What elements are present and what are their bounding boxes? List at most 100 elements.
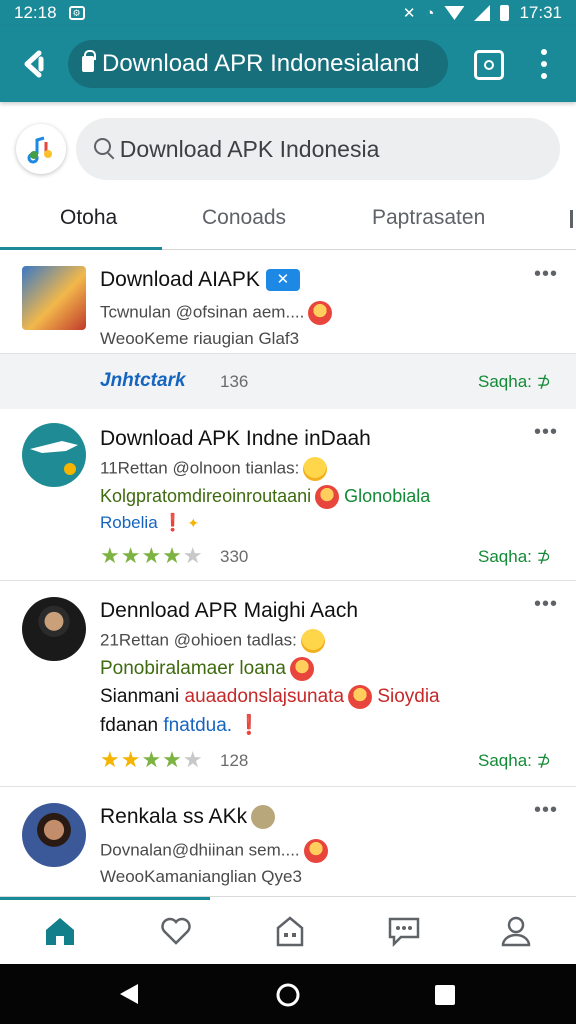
search-icon — [93, 138, 116, 160]
list-item[interactable]: Dennload APR Maighi Aach ••• 21Rettan @o… — [0, 581, 576, 787]
feed-list: Download AIAPK ✕ ••• Tcwnulan @ofsinan ae… — [0, 251, 576, 896]
item-description-b: Glonobiala — [344, 485, 431, 506]
item-title[interactable]: Download APK Indne inDaah — [100, 427, 371, 451]
active-nav-indicator — [0, 897, 210, 900]
apps-icon[interactable] — [270, 911, 310, 951]
tab-paptrasaten[interactable]: Paptrasaten — [372, 206, 485, 230]
rating-stars: ★★★★★ — [100, 747, 204, 772]
verified-badge-icon: ✕ — [265, 269, 300, 292]
list-item[interactable]: Renkala ss AKk ••• Dovnalan@dhiinan sem.… — [0, 787, 576, 896]
item-tagline-b: fnatdua. — [163, 715, 233, 736]
item-tagline-text: Robelia — [100, 513, 158, 532]
tab-otoha[interactable]: Otoha — [60, 206, 117, 230]
item-status: Saqha: ⊅ — [478, 547, 551, 566]
item-tagline-a: fdanan — [100, 715, 159, 736]
user-avatar[interactable] — [22, 803, 86, 867]
item-status: Saqha: ⊅ — [478, 751, 551, 770]
browser-toolbar: Download APR Indonesialand — [0, 26, 576, 102]
tab-switcher-icon[interactable] — [474, 50, 504, 80]
item-title[interactable]: Download AIAPK ✕ — [100, 268, 300, 292]
more-options-icon[interactable]: ••• — [534, 421, 558, 444]
heart-icon[interactable] — [156, 911, 196, 951]
battery-icon — [500, 5, 510, 21]
system-navigation-bar — [0, 964, 576, 1024]
item-title-text: Renkala ss AKk — [100, 805, 248, 828]
item-subtitle-text: Dovnalan@dhiinan sem.... — [100, 840, 300, 860]
system-back-icon[interactable] — [118, 982, 142, 1011]
list-item[interactable]: Download APK Indne inDaah ••• 11Rettan @… — [0, 409, 576, 581]
home-icon[interactable] — [40, 911, 80, 951]
signal-icon — [474, 5, 491, 21]
item-description: Kolgpratomdireoinroutaani Glonobiala — [100, 485, 430, 509]
app-avatar[interactable] — [22, 423, 86, 487]
notification-icon: ⚙ — [68, 6, 85, 20]
emoji-icon — [308, 301, 333, 325]
url-text: Download APR Indonesialand — [102, 50, 420, 77]
search-query: Download APK Indonesia — [119, 135, 380, 162]
item-description-a: Kolgpratomdireoinroutaani — [100, 485, 312, 506]
mute-icon: ✕ — [402, 5, 416, 22]
emoji-icon — [315, 485, 340, 509]
rating-count: 128 — [220, 751, 249, 770]
item-details-c: Sioydia — [377, 686, 440, 708]
search-row: Download APK Indonesia — [0, 102, 576, 196]
status-time-left: 12:18 — [14, 3, 57, 22]
item-details-b: auaadonslajsunata — [184, 686, 345, 708]
item-tagline: fdanan fnatdua. ❗ — [100, 713, 261, 737]
search-input[interactable]: Download APK Indonesia — [75, 118, 560, 180]
item-footer: Jnhtctark 136 Saqha: ⊅ — [0, 353, 576, 409]
active-tab-indicator — [0, 247, 162, 250]
emoji-icon — [348, 685, 373, 709]
back-icon[interactable] — [14, 44, 54, 84]
emoji-icon — [300, 629, 325, 653]
list-item[interactable]: Download AIAPK ✕ ••• Tcwnulan @ofsinan ae… — [0, 251, 576, 409]
item-description: WeooKamanianglian Qye3 — [100, 867, 302, 886]
item-description: Ponobiralamaer loana — [100, 657, 314, 681]
wifi-icon — [444, 6, 465, 20]
system-home-icon[interactable] — [275, 982, 301, 1013]
item-title[interactable]: Dennload APR Maighi Aach — [100, 599, 358, 623]
item-subtitle: 21Rettan @ohioen tadlas: — [100, 629, 325, 653]
alarm-icon: ◔ — [425, 4, 435, 22]
url-field[interactable]: Download APR Indonesialand — [68, 40, 448, 88]
rating-count: 330 — [220, 547, 249, 566]
bottom-navigation — [0, 896, 576, 964]
rating-stars: ★★★★★ — [100, 543, 204, 568]
app-thumbnail[interactable] — [22, 266, 86, 330]
more-options-icon[interactable]: ••• — [534, 593, 558, 616]
more-menu-icon[interactable] — [532, 46, 556, 82]
badge-icon — [251, 805, 276, 830]
emoji-icon — [303, 839, 328, 863]
item-subtitle-text: 11Rettan @olnoon tianlas: — [100, 458, 300, 478]
user-avatar[interactable] — [22, 597, 86, 661]
tab-overflow-indicator — [570, 210, 573, 228]
item-description-text: Ponobiralamaer loana — [100, 658, 286, 680]
system-recents-icon[interactable] — [434, 984, 456, 1011]
profile-icon[interactable] — [496, 911, 536, 951]
item-details-a: Sianmani — [100, 686, 180, 708]
emoji-icon — [289, 657, 314, 681]
item-subtitle: Tcwnulan @ofsinan aem.... — [100, 301, 333, 325]
tab-conoads[interactable]: Conoads — [202, 206, 286, 230]
flame-icon: ✦ — [183, 515, 200, 531]
lock-icon — [82, 50, 96, 72]
item-status: Saqha: ⊅ — [478, 372, 551, 391]
app-logo-icon[interactable] — [16, 124, 66, 174]
item-tag[interactable]: Jnhtctark — [100, 370, 186, 392]
item-description: WeooKeme riaugian Glaf3 — [100, 329, 300, 348]
item-details: Sianmani auaadonslajsunata Sioydia — [100, 685, 440, 709]
item-subtitle: 11Rettan @olnoon tianlas: — [100, 457, 328, 481]
item-subtitle-text: 21Rettan @ohioen tadlas: — [100, 630, 297, 650]
exclaim-icon: ❗ — [157, 513, 184, 532]
more-options-icon[interactable]: ••• — [534, 263, 558, 286]
status-time-right: 17:31 — [519, 3, 562, 22]
item-subtitle-text: Tcwnulan @ofsinan aem.... — [100, 302, 305, 322]
item-subtitle: Dovnalan@dhiinan sem.... — [100, 839, 328, 863]
item-title[interactable]: Renkala ss AKk — [100, 805, 276, 830]
item-title-text: Download AIAPK — [100, 268, 260, 291]
chat-icon[interactable] — [384, 911, 424, 951]
exclaim-icon: ❗ — [232, 715, 262, 736]
more-options-icon[interactable]: ••• — [534, 799, 558, 822]
emoji-icon — [303, 457, 328, 481]
tab-bar: Otoha Conoads Paptrasaten — [0, 196, 576, 250]
